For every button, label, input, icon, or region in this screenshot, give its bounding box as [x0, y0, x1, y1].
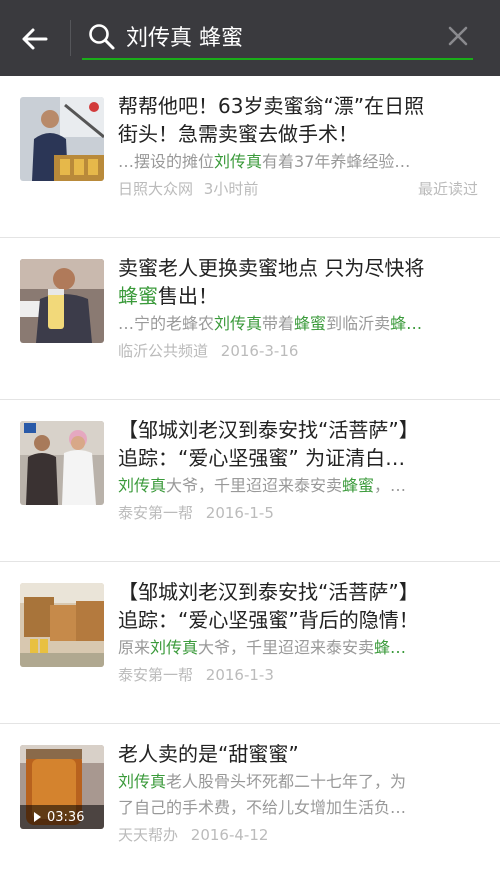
result-source: 临沂公共频道	[118, 342, 209, 360]
result-snippet: 刘传真大爷，千里迢迢来泰安卖蜂蜜，…	[118, 476, 407, 495]
result-meta: 天天帮办 2016-4-12	[118, 824, 482, 844]
result-item[interactable]: 卖蜜老人更换卖蜜地点 只为尽快将 蜂蜜售出！ …宁的老蜂农刘传真带着蜂蜜到临沂卖…	[0, 238, 500, 400]
result-meta: 泰安第一帮 2016-1-5	[118, 502, 482, 522]
search-box[interactable]	[82, 16, 487, 62]
clear-icon[interactable]	[445, 23, 471, 49]
result-title-line2: 追踪：“爱心坚强蜜” 为证清白…	[118, 446, 406, 470]
result-source: 天天帮办	[118, 826, 179, 844]
result-snippet-line2: 了自己的手术费，不给儿女增加生活负…	[118, 798, 407, 817]
search-toolbar	[0, 0, 500, 76]
result-item[interactable]: 【邹城刘老汉到泰安找“活菩萨”】 追踪：“爱心坚强蜜”背后的隐情！ 原来刘传真大…	[0, 562, 500, 724]
result-snippet: …摆设的摊位刘传真有着37年养蜂经验…	[118, 152, 411, 171]
result-title-line2: 追踪：“爱心坚强蜜”背后的隐情！	[118, 608, 419, 632]
result-time: 3小时前	[203, 180, 259, 198]
play-icon	[34, 812, 41, 822]
result-item[interactable]: 帮帮他吧！63岁卖蜜翁“漂”在日照 街头！急需卖蜜去做手术！ …摆设的摊位刘传真…	[0, 76, 500, 238]
result-snippet: 原来刘传真大爷，千里迢迢来泰安卖蜂…	[118, 638, 407, 657]
result-time: 2016-1-5	[205, 504, 274, 522]
result-source: 泰安第一帮	[118, 504, 194, 522]
result-meta: 日照大众网 3小时前 最近读过	[118, 178, 482, 198]
result-title: 老人卖的是“甜蜜蜜”	[118, 742, 299, 766]
back-button[interactable]	[14, 22, 54, 56]
result-title-line2: 蜂蜜售出！	[118, 284, 218, 308]
search-icon	[89, 24, 115, 50]
result-title: 卖蜜老人更换卖蜜地点 只为尽快将	[118, 256, 425, 280]
read-status: 最近读过	[417, 180, 478, 198]
result-time: 2016-4-12	[190, 826, 269, 844]
result-thumbnail: 03:36	[20, 745, 104, 829]
result-item[interactable]: 03:36 老人卖的是“甜蜜蜜” 刘传真老人股骨头坏死都二十七年了，为 了自己的…	[0, 724, 500, 885]
result-time: 2016-3-16	[220, 342, 299, 360]
result-item[interactable]: 【邹城刘老汉到泰安找“活菩萨”】 追踪：“爱心坚强蜜” 为证清白… 刘传真大爷，…	[0, 400, 500, 562]
result-thumbnail	[20, 421, 104, 505]
result-snippet: 刘传真老人股骨头坏死都二十七年了，为	[118, 772, 407, 791]
search-results-list: 帮帮他吧！63岁卖蜜翁“漂”在日照 街头！急需卖蜜去做手术！ …摆设的摊位刘传真…	[0, 76, 500, 885]
back-arrow-icon	[22, 28, 48, 50]
result-title: 【邹城刘老汉到泰安找“活菩萨”】	[118, 418, 419, 442]
result-time: 2016-1-3	[205, 666, 274, 684]
result-title: 帮帮他吧！63岁卖蜜翁“漂”在日照	[118, 94, 425, 118]
result-snippet: …宁的老蜂农刘传真带着蜂蜜到临沂卖蜂…	[118, 314, 423, 333]
result-thumbnail	[20, 583, 104, 667]
result-thumbnail	[20, 259, 104, 343]
video-duration-badge: 03:36	[20, 805, 104, 829]
result-source: 泰安第一帮	[118, 666, 194, 684]
result-thumbnail	[20, 97, 104, 181]
result-source: 日照大众网	[118, 180, 194, 198]
result-meta: 泰安第一帮 2016-1-3	[118, 664, 482, 684]
result-meta: 临沂公共频道 2016-3-16	[118, 340, 482, 360]
toolbar-divider	[70, 20, 71, 56]
video-duration: 03:36	[47, 809, 85, 825]
search-underline	[82, 58, 473, 60]
result-title-line2: 街头！急需卖蜜去做手术！	[118, 122, 358, 146]
result-title: 【邹城刘老汉到泰安找“活菩萨”】	[118, 580, 419, 604]
search-input[interactable]	[126, 20, 426, 52]
